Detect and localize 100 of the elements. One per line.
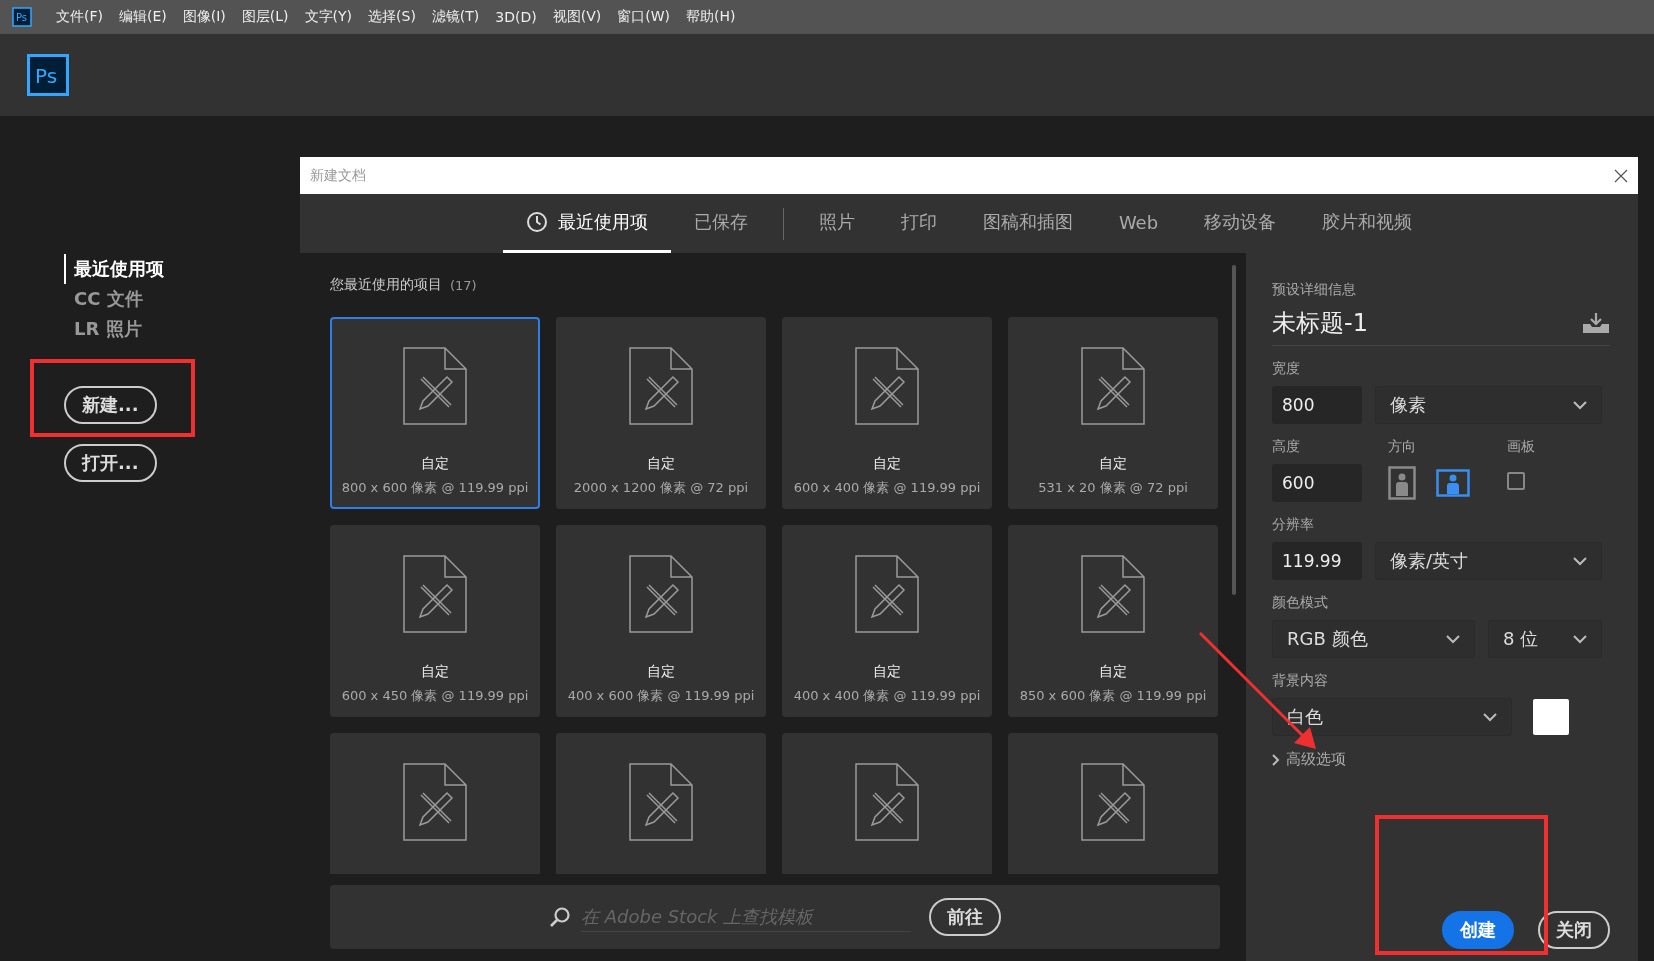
menu-item[interactable]: 图像(I) [174, 8, 234, 26]
preset-size: 531 x 20 像素 @ 72 ppi [1038, 479, 1188, 497]
clock-icon [525, 211, 548, 233]
preset-name: 自定 [647, 455, 675, 473]
unit-dropdown[interactable]: 像素 [1375, 386, 1602, 424]
document-icon [1081, 763, 1145, 841]
app-logo-icon: Ps [12, 7, 32, 27]
menu-item[interactable]: 文件(F) [48, 8, 111, 26]
chevron-down-icon [1446, 634, 1460, 644]
preset-card[interactable]: 自定 800 x 600 像素 @ 119.99 ppi [330, 317, 540, 509]
menu-item[interactable]: 选择(S) [360, 8, 424, 26]
menu-item[interactable]: 滤镜(T) [423, 8, 488, 26]
sidebar-item[interactable]: CC 文件 [64, 284, 164, 314]
field-label: 画板 [1507, 438, 1536, 456]
dialog-title: 新建文档 [310, 166, 366, 185]
preset-card[interactable]: 自定 850 x 600 像素 @ 119.99 ppi [1008, 525, 1218, 717]
tab[interactable]: 胶片和视频 [1299, 194, 1436, 253]
tab[interactable]: Web [1095, 194, 1182, 253]
preset-card[interactable]: 自定 400 x 600 像素 @ 119.99 ppi [556, 525, 766, 717]
field-label: 高度 [1272, 438, 1301, 456]
menu-item[interactable]: 3D(D) [487, 9, 545, 25]
document-icon [403, 555, 467, 633]
document-icon [403, 347, 467, 425]
preset-size: 800 x 600 像素 @ 119.99 ppi [341, 479, 529, 497]
chevron-down-icon [1573, 634, 1587, 644]
tab[interactable]: 最近使用项 [502, 194, 671, 253]
preset-name: 自定 [647, 663, 675, 681]
preset-name: 自定 [1099, 663, 1127, 681]
menu-item[interactable]: 图层(L) [233, 8, 297, 26]
menu-item[interactable]: 文字(Y) [296, 8, 361, 26]
preset-card[interactable] [330, 733, 540, 874]
resolution-field[interactable]: 119.99 [1272, 542, 1362, 580]
start-button[interactable]: 打开... [64, 444, 157, 482]
unit-dropdown[interactable]: 像素/英寸 [1375, 542, 1602, 580]
preset-card[interactable]: 自定 400 x 400 像素 @ 119.99 ppi [782, 525, 992, 717]
artboard-checkbox[interactable] [1507, 472, 1525, 490]
app-logo-icon: Ps [27, 54, 69, 96]
preset-card[interactable] [782, 733, 992, 874]
document-icon [855, 347, 919, 425]
preset-card[interactable]: 自定 531 x 20 像素 @ 72 ppi [1008, 317, 1218, 509]
document-icon [1081, 347, 1145, 425]
start-button[interactable]: 新建... [64, 386, 157, 424]
panel-heading: 预设详细信息 [1272, 281, 1357, 299]
color-mode-dropdown[interactable]: RGB 颜色 [1272, 620, 1475, 658]
document-icon [629, 347, 693, 425]
save-preset-icon[interactable] [1582, 312, 1610, 334]
document-icon [629, 555, 693, 633]
chevron-right-icon [1272, 753, 1280, 766]
tab[interactable]: 打印 [877, 194, 960, 253]
preset-card[interactable]: 自定 600 x 400 像素 @ 119.99 ppi [782, 317, 992, 509]
tab[interactable]: 已保存 [670, 194, 771, 253]
sidebar-item[interactable]: LR 照片 [64, 314, 164, 344]
menu-item[interactable]: 帮助(H) [678, 8, 744, 26]
document-icon [855, 555, 919, 633]
bit-depth-dropdown[interactable]: 8 位 [1488, 620, 1602, 658]
document-icon [629, 763, 693, 841]
preset-size: 600 x 400 像素 @ 119.99 ppi [793, 479, 981, 497]
advanced-options-toggle[interactable]: 高级选项 [1272, 750, 1346, 769]
field-label: 宽度 [1272, 360, 1301, 378]
tab[interactable]: 照片 [795, 194, 878, 253]
go-button[interactable]: 前往 [929, 898, 1001, 936]
height-field[interactable]: 600 [1272, 464, 1362, 502]
preset-size: 400 x 600 像素 @ 119.99 ppi [567, 687, 755, 705]
preset-size: 2000 x 1200 像素 @ 72 ppi [573, 479, 749, 497]
preset-size: 850 x 600 像素 @ 119.99 ppi [1019, 687, 1207, 705]
preset-name: 自定 [1099, 455, 1127, 473]
chevron-down-icon [1573, 400, 1587, 410]
close-icon[interactable] [1614, 168, 1628, 183]
document-icon [1081, 555, 1145, 633]
field-label: 分辨率 [1272, 516, 1315, 534]
preset-name: 自定 [873, 455, 901, 473]
tab[interactable]: 图稿和插图 [959, 194, 1096, 253]
preset-name: 自定 [421, 663, 449, 681]
preset-card[interactable] [556, 733, 766, 874]
field-label: 颜色模式 [1272, 594, 1329, 612]
scrollbar[interactable] [1232, 265, 1236, 595]
preset-card[interactable] [1008, 733, 1218, 874]
create-button[interactable]: 创建 [1442, 911, 1514, 949]
menu-item[interactable]: 视图(V) [544, 8, 610, 26]
document-name-field[interactable]: 未标题-1 [1272, 307, 1368, 339]
section-heading: 您最近使用的项目 [330, 276, 442, 294]
preset-name: 自定 [873, 663, 901, 681]
close-button[interactable]: 关闭 [1538, 911, 1610, 949]
preset-name: 自定 [421, 455, 449, 473]
menu-item[interactable]: 窗口(W) [609, 8, 679, 26]
preset-card[interactable]: 自定 2000 x 1200 像素 @ 72 ppi [556, 317, 766, 509]
landscape-orientation-icon[interactable] [1436, 469, 1470, 497]
width-field[interactable]: 800 [1272, 386, 1362, 424]
preset-size: 400 x 400 像素 @ 119.99 ppi [793, 687, 981, 705]
chevron-down-icon [1483, 712, 1497, 722]
color-swatch[interactable] [1533, 699, 1569, 735]
menu-item[interactable]: 编辑(E) [111, 8, 175, 26]
sidebar-item[interactable]: 最近使用项 [64, 254, 164, 284]
portrait-orientation-icon[interactable] [1388, 466, 1416, 500]
field-label: 方向 [1388, 438, 1417, 456]
preset-card[interactable]: 自定 600 x 450 像素 @ 119.99 ppi [330, 525, 540, 717]
field-label: 背景内容 [1272, 672, 1329, 690]
chevron-down-icon [1573, 556, 1587, 566]
search-icon [549, 906, 571, 928]
tab[interactable]: 移动设备 [1181, 194, 1300, 253]
